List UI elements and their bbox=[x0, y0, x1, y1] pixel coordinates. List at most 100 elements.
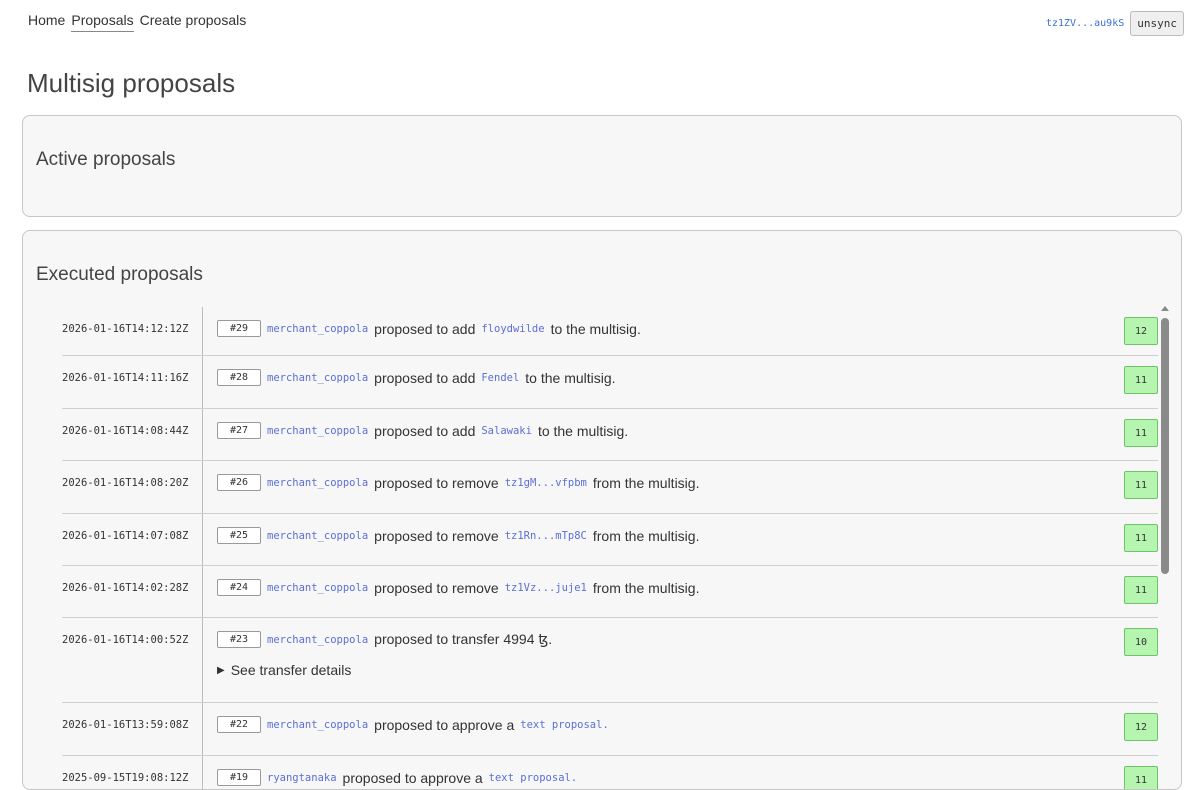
proposal-line: #19 ryangtanaka proposed to approve a text … bbox=[217, 769, 1158, 786]
proposal-number[interactable]: #27 bbox=[217, 422, 261, 439]
proposer-link[interactable]: ryangtanaka bbox=[267, 772, 337, 784]
proposal-timestamp: 2026-01-16T14:08:20Z bbox=[62, 461, 203, 513]
proposal-timestamp: 2026-01-16T13:59:08Z bbox=[62, 703, 203, 755]
proposal-row: 2026-01-16T14:12:12Z #29 merchant_coppola p… bbox=[62, 307, 1158, 356]
account-address[interactable]: tz1ZV...au9kS bbox=[1046, 18, 1124, 29]
proposal-target-link[interactable]: Salawaki bbox=[481, 425, 532, 437]
proposal-line: #26 merchant_coppola proposed to remove tz1… bbox=[217, 474, 1158, 491]
proposal-target-link[interactable]: text proposal. bbox=[520, 719, 609, 731]
proposal-timestamp: 2026-01-16T14:02:28Z bbox=[62, 566, 203, 617]
proposal-target-link[interactable]: tz1gM...vfpbm bbox=[505, 477, 587, 489]
active-proposals-title: Active proposals bbox=[36, 149, 176, 170]
account-area: tz1ZV...au9kS unsync bbox=[1046, 11, 1184, 36]
scroll-thumb[interactable] bbox=[1161, 318, 1169, 574]
proposal-action-text: proposed to add bbox=[374, 320, 476, 337]
approval-count-badge: 11 bbox=[1124, 419, 1158, 447]
list-scrollbar[interactable] bbox=[1160, 306, 1170, 780]
proposal-body: #26 merchant_coppola proposed to remove tz1… bbox=[203, 461, 1158, 513]
proposal-timestamp: 2026-01-16T14:00:52Z bbox=[62, 618, 203, 702]
proposer-link[interactable]: merchant_coppola bbox=[267, 425, 368, 437]
proposal-target-link[interactable]: floydwilde bbox=[481, 323, 544, 335]
proposal-row: 2026-01-16T14:08:44Z #27 merchant_coppola p… bbox=[62, 409, 1158, 461]
proposal-number[interactable]: #24 bbox=[217, 579, 261, 596]
proposer-link[interactable]: merchant_coppola bbox=[267, 582, 368, 594]
nav-create-proposals[interactable]: Create proposals bbox=[140, 12, 247, 32]
proposer-link[interactable]: merchant_coppola bbox=[267, 634, 368, 646]
active-proposals-panel: Active proposals bbox=[22, 115, 1182, 217]
nav-home[interactable]: Home bbox=[28, 12, 65, 32]
proposal-row: 2026-01-16T13:59:08Z #22 merchant_coppola p… bbox=[62, 703, 1158, 756]
proposal-body: #29 merchant_coppola proposed to add floydw… bbox=[203, 307, 1158, 355]
proposal-line: #27 merchant_coppola proposed to add Salawa… bbox=[217, 422, 1158, 439]
proposal-body: #22 merchant_coppola proposed to approve a… bbox=[203, 703, 1158, 755]
scroll-up-icon[interactable] bbox=[1161, 306, 1169, 311]
proposer-link[interactable]: merchant_coppola bbox=[267, 530, 368, 542]
nav-proposals[interactable]: Proposals bbox=[71, 12, 134, 32]
proposal-line: #22 merchant_coppola proposed to approve a… bbox=[217, 716, 1158, 733]
proposal-row: 2026-01-16T14:00:52Z #23 merchant_coppola p… bbox=[62, 618, 1158, 703]
proposal-row: 2026-01-16T14:11:16Z #28 merchant_coppola p… bbox=[62, 356, 1158, 409]
proposal-line: #28 merchant_coppola proposed to add Fendel… bbox=[217, 369, 1158, 386]
proposal-number[interactable]: #25 bbox=[217, 527, 261, 544]
proposer-link[interactable]: merchant_coppola bbox=[267, 372, 368, 384]
proposal-action-text: proposed to transfer 4994 ꜩ. bbox=[374, 631, 553, 647]
proposal-line: #29 merchant_coppola proposed to add floydw… bbox=[217, 320, 1158, 337]
proposal-target-link[interactable]: text proposal. bbox=[489, 772, 578, 784]
proposal-timestamp: 2026-01-16T14:07:08Z bbox=[62, 514, 203, 565]
proposal-suffix-text: to the multisig. bbox=[550, 320, 641, 337]
proposer-link[interactable]: merchant_coppola bbox=[267, 719, 368, 731]
proposal-suffix-text: to the multisig. bbox=[537, 422, 629, 439]
approval-count-badge: 11 bbox=[1124, 766, 1158, 789]
proposal-number[interactable]: #26 bbox=[217, 474, 261, 491]
proposal-timestamp: 2026-01-16T14:12:12Z bbox=[62, 307, 203, 355]
executed-proposals-list: 2026-01-16T14:12:12Z #29 merchant_coppola p… bbox=[62, 307, 1158, 789]
proposal-number[interactable]: #28 bbox=[217, 369, 261, 386]
proposal-target-link[interactable]: tz1Vz...juje1 bbox=[505, 582, 587, 594]
approval-count-badge: 12 bbox=[1124, 317, 1158, 345]
proposal-number[interactable]: #29 bbox=[217, 320, 261, 337]
approval-count-badge: 11 bbox=[1124, 471, 1158, 499]
proposal-number[interactable]: #19 bbox=[217, 769, 261, 786]
proposal-action-text: proposed to add bbox=[374, 369, 476, 386]
proposal-row: 2026-01-16T14:07:08Z #25 merchant_coppola p… bbox=[62, 514, 1158, 566]
proposal-number[interactable]: #22 bbox=[217, 716, 261, 733]
proposal-line: #24 merchant_coppola proposed to remove tz1… bbox=[217, 579, 1158, 596]
proposal-body: #24 merchant_coppola proposed to remove tz1… bbox=[203, 566, 1158, 617]
proposal-target-link[interactable]: Fendel bbox=[481, 372, 519, 384]
proposal-body: #19 ryangtanaka proposed to approve a text … bbox=[203, 756, 1158, 789]
proposal-row: 2026-01-16T14:02:28Z #24 merchant_coppola p… bbox=[62, 566, 1158, 618]
proposal-body: #27 merchant_coppola proposed to add Salawa… bbox=[203, 409, 1158, 460]
proposal-number[interactable]: #23 bbox=[217, 631, 261, 648]
proposal-suffix-text: from the multisig. bbox=[592, 474, 700, 491]
proposal-timestamp: 2026-01-16T14:11:16Z bbox=[62, 356, 203, 408]
proposer-link[interactable]: merchant_coppola bbox=[267, 477, 368, 489]
executed-proposals-title: Executed proposals bbox=[36, 264, 203, 285]
proposal-suffix-text: to the multisig. bbox=[525, 369, 616, 386]
proposal-target-link[interactable]: tz1Rn...mTp8C bbox=[505, 530, 587, 542]
transfer-details-label: See transfer details bbox=[230, 662, 352, 678]
transfer-details-toggle[interactable]: ▶ See transfer details bbox=[217, 662, 1158, 678]
proposal-row: 2025-09-15T19:08:12Z #19 ryangtanaka propos… bbox=[62, 756, 1158, 789]
proposal-action-text: proposed to remove bbox=[374, 474, 499, 491]
approval-count-badge: 11 bbox=[1124, 366, 1158, 394]
approval-count-badge: 11 bbox=[1124, 576, 1158, 604]
proposer-link[interactable]: merchant_coppola bbox=[267, 323, 368, 335]
triangle-right-icon: ▶ bbox=[217, 664, 225, 676]
approval-count-badge: 10 bbox=[1124, 628, 1158, 656]
proposal-body: #25 merchant_coppola proposed to remove tz1… bbox=[203, 514, 1158, 565]
page-title: Multisig proposals bbox=[27, 68, 236, 98]
unsync-button[interactable]: unsync bbox=[1130, 11, 1184, 36]
proposal-action-text: proposed to add bbox=[374, 422, 476, 439]
proposal-timestamp: 2025-09-15T19:08:12Z bbox=[62, 756, 203, 789]
proposal-action-text: proposed to remove bbox=[374, 579, 499, 596]
proposal-timestamp: 2026-01-16T14:08:44Z bbox=[62, 409, 203, 460]
executed-proposals-panel: Executed proposals 2026-01-16T14:12:12Z #… bbox=[22, 230, 1182, 790]
proposal-row: 2026-01-16T14:08:20Z #26 merchant_coppola p… bbox=[62, 461, 1158, 514]
proposal-body: #23 merchant_coppola proposed to transfer … bbox=[203, 618, 1158, 702]
proposal-body: #28 merchant_coppola proposed to add Fendel… bbox=[203, 356, 1158, 408]
proposal-action-text: proposed to remove bbox=[374, 527, 499, 544]
proposal-line: #23 merchant_coppola proposed to transfer … bbox=[217, 631, 1158, 648]
proposal-line: #25 merchant_coppola proposed to remove tz1… bbox=[217, 527, 1158, 544]
proposal-action-text: proposed to approve a bbox=[374, 716, 515, 733]
top-nav: Home Proposals Create proposals bbox=[28, 12, 246, 32]
